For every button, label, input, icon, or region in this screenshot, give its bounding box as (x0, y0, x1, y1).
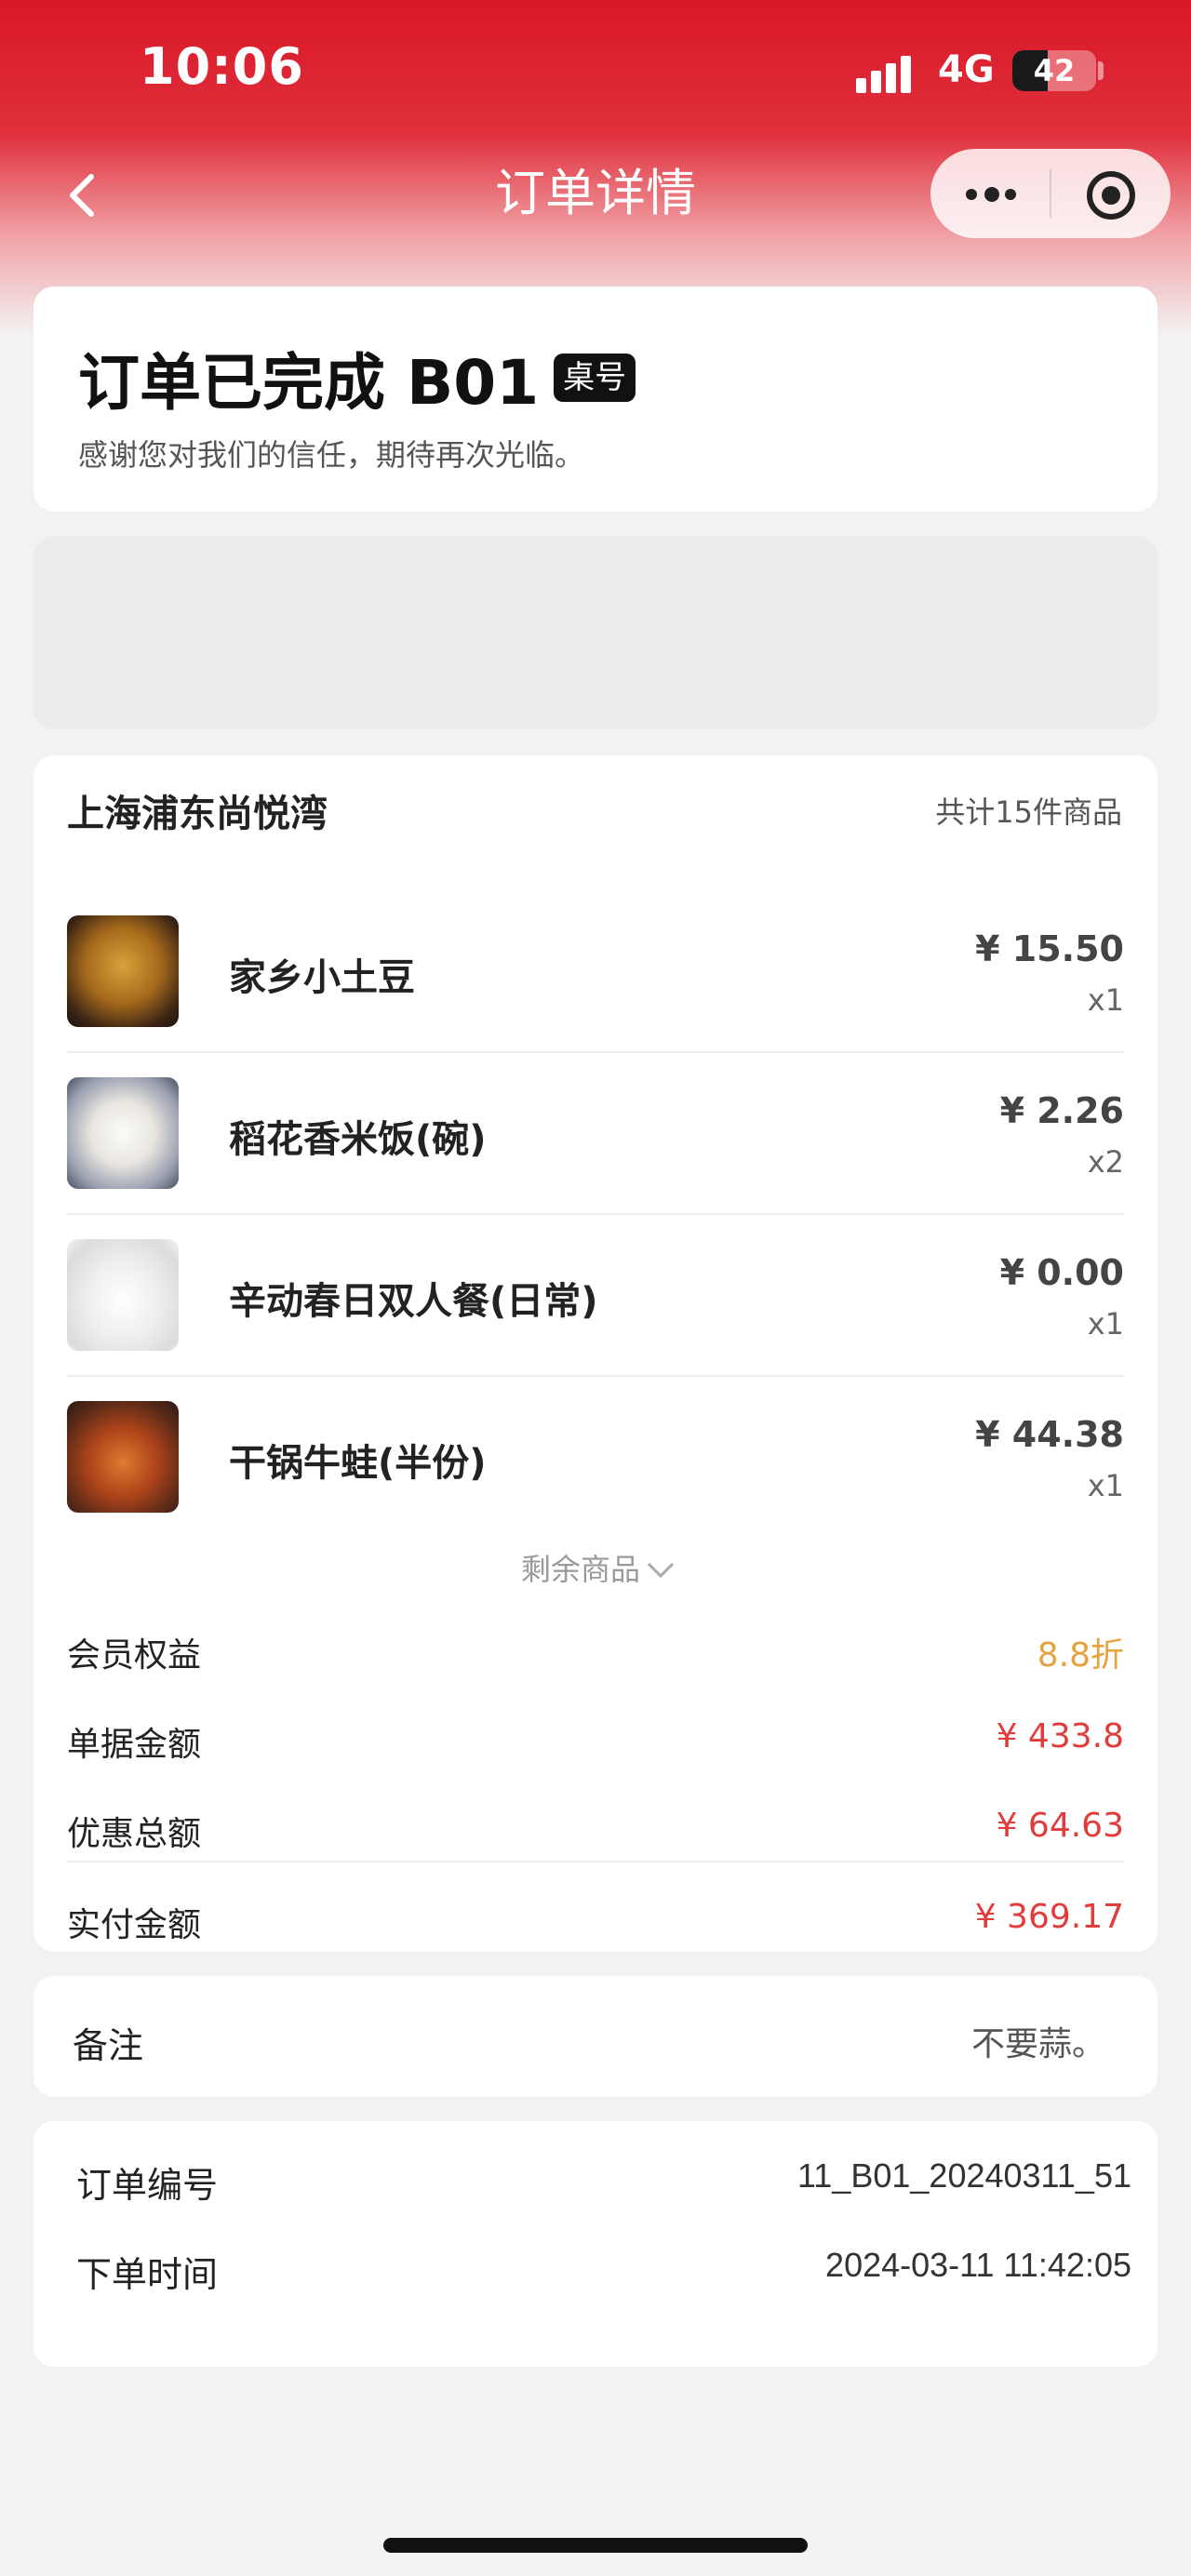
item-image (67, 915, 179, 1027)
summary-row-membership: 会员权益 8.8折 (67, 1609, 1124, 1693)
placeholder-banner (33, 536, 1158, 729)
nav-bar: 订单详情 (0, 140, 1191, 251)
order-item[interactable]: 家乡小土豆 ¥ 15.50 x1 (67, 891, 1124, 1053)
close-button[interactable] (1051, 149, 1171, 238)
order-number-row: 订单编号 11_B01_20240311_51 (76, 2156, 1131, 2212)
order-time-value: 2024-03-11 11:42:05 (825, 2246, 1131, 2284)
item-count: 共计15件商品 (935, 794, 1122, 830)
order-item[interactable]: 稻花香米饭(碗) ¥ 2.26 x2 (67, 1053, 1124, 1215)
summary-row-paid: 实付金额 ¥ 369.17 (67, 1879, 1124, 1963)
item-price: ¥ 44.38 (975, 1414, 1124, 1455)
divider (67, 1861, 1124, 1862)
item-quantity: x2 (1087, 1144, 1124, 1180)
item-name: 辛动春日双人餐(日常) (229, 1280, 598, 1323)
order-status-subtitle: 感谢您对我们的信任，期待再次光临。 (78, 437, 585, 473)
item-image (67, 1077, 179, 1189)
note-value: 不要蒜。 (970, 2025, 1105, 2063)
order-status-text: 订单已完成 B01 (78, 347, 540, 419)
order-number-label: 订单编号 (76, 2165, 219, 2206)
item-name: 家乡小土豆 (229, 956, 415, 999)
order-items-card: 上海浦东尚悦湾 共计15件商品 家乡小土豆 ¥ 15.50 x1 稻花香米饭(碗… (33, 755, 1158, 1952)
mini-program-capsule (930, 149, 1171, 238)
order-time-row: 下单时间 2024-03-11 11:42:05 (76, 2246, 1131, 2302)
order-status-title: 订单已完成 B01 桌号 (78, 333, 636, 422)
summary-label: 单据金额 (67, 1726, 202, 1764)
home-indicator (383, 2538, 808, 2553)
order-status-card: 订单已完成 B01 桌号 感谢您对我们的信任，期待再次光临。 (33, 287, 1158, 512)
more-items-toggle[interactable]: 剩余商品 (33, 1546, 1158, 1589)
summary-value: ¥ 369.17 (974, 1898, 1124, 1936)
signal-icon (856, 52, 921, 93)
note-label: 备注 (73, 2025, 144, 2066)
summary-label: 优惠总额 (67, 1815, 202, 1853)
item-quantity: x1 (1087, 1468, 1124, 1503)
order-item[interactable]: 干锅牛蛙(半份) ¥ 44.38 x1 (67, 1377, 1124, 1539)
store-name: 上海浦东尚悦湾 (67, 793, 328, 835)
summary-label: 会员权益 (67, 1636, 202, 1675)
more-items-label: 剩余商品 (520, 1552, 640, 1587)
status-bar: 10:06 4G 42 (0, 0, 1191, 140)
battery-tip (1098, 61, 1104, 80)
item-price: ¥ 0.00 (999, 1252, 1124, 1293)
more-dots-icon (966, 189, 977, 200)
item-price: ¥ 2.26 (999, 1090, 1124, 1131)
summary-row-discount: 优惠总额 ¥ 64.63 (67, 1788, 1124, 1872)
note-card: 备注 不要蒜。 (33, 1976, 1158, 2097)
item-image (67, 1239, 179, 1351)
summary-value: 8.8折 (1037, 1636, 1124, 1675)
summary-row-bill-amount: 单据金额 ¥ 433.8 (67, 1699, 1124, 1782)
item-quantity: x1 (1087, 1306, 1124, 1341)
order-time-label: 下单时间 (76, 2254, 219, 2295)
order-item[interactable]: 辛动春日双人餐(日常) ¥ 0.00 x1 (67, 1215, 1124, 1377)
item-image (67, 1401, 179, 1513)
item-quantity: x1 (1087, 982, 1124, 1018)
order-info-card: 订单编号 11_B01_20240311_51 下单时间 2024-03-11 … (33, 2121, 1158, 2367)
battery-icon: 42 (1012, 50, 1096, 91)
item-price: ¥ 15.50 (975, 928, 1124, 969)
item-name: 稻花香米饭(碗) (229, 1118, 487, 1161)
summary-value: ¥ 433.8 (996, 1717, 1124, 1755)
network-type: 4G (938, 48, 995, 91)
battery-level: 42 (1033, 53, 1076, 88)
summary-label: 实付金额 (67, 1906, 202, 1944)
item-name: 干锅牛蛙(半份) (229, 1442, 487, 1485)
more-button[interactable] (930, 149, 1050, 238)
order-number-value[interactable]: 11_B01_20240311_51 (797, 2156, 1131, 2196)
chevron-down-icon (647, 1551, 675, 1579)
summary-value: ¥ 64.63 (996, 1807, 1124, 1845)
status-time: 10:06 (140, 37, 304, 96)
table-badge: 桌号 (554, 354, 636, 402)
